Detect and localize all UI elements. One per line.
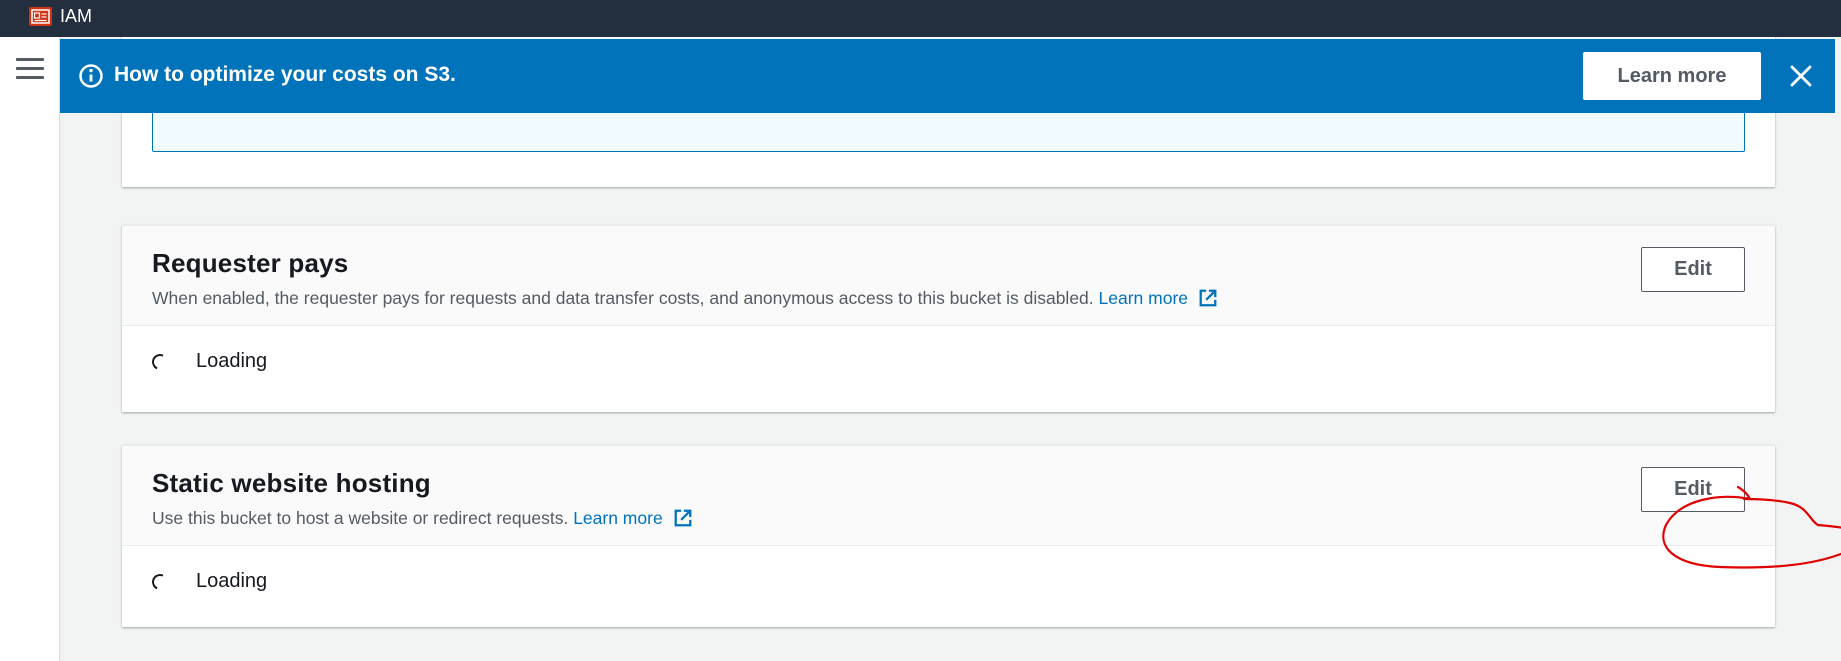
requester-pays-loading-indicator: Loading bbox=[149, 350, 268, 373]
top-navigation-bar: IAM bbox=[0, 0, 1841, 37]
static-website-hosting-description: Use this bucket to host a website or red… bbox=[152, 508, 693, 529]
main-content: Requester pays When enabled, the request… bbox=[60, 37, 1841, 661]
static-website-hosting-card: Static website hosting Use this bucket t… bbox=[122, 445, 1775, 627]
side-navigation-rail bbox=[0, 37, 60, 661]
static-website-hosting-header: Static website hosting Use this bucket t… bbox=[122, 446, 1775, 546]
external-link-icon[interactable] bbox=[673, 508, 693, 528]
info-circle-icon bbox=[79, 64, 103, 88]
static-website-hosting-description-text: Use this bucket to host a website or red… bbox=[152, 508, 569, 528]
iam-service-icon[interactable] bbox=[29, 7, 52, 26]
flashbar-message: How to optimize your costs on S3. bbox=[114, 63, 456, 86]
static-website-hosting-learn-more-link[interactable]: Learn more bbox=[573, 508, 663, 528]
requester-pays-description: When enabled, the requester pays for req… bbox=[152, 288, 1218, 309]
close-icon[interactable] bbox=[1788, 63, 1814, 89]
hamburger-menu-icon[interactable] bbox=[16, 58, 44, 84]
flashbar-notification: How to optimize your costs on S3. Learn … bbox=[60, 39, 1835, 113]
requester-pays-learn-more-link[interactable]: Learn more bbox=[1099, 288, 1189, 308]
static-website-hosting-edit-button[interactable]: Edit bbox=[1641, 467, 1745, 512]
requester-pays-description-text: When enabled, the requester pays for req… bbox=[152, 288, 1094, 308]
loading-text: Loading bbox=[196, 350, 268, 372]
requester-pays-card: Requester pays When enabled, the request… bbox=[122, 225, 1775, 412]
loading-spinner-icon bbox=[149, 351, 171, 372]
external-link-icon[interactable] bbox=[1198, 288, 1218, 308]
requester-pays-edit-button[interactable]: Edit bbox=[1641, 247, 1745, 292]
requester-pays-header: Requester pays When enabled, the request… bbox=[122, 226, 1775, 326]
flashbar-learn-more-button[interactable]: Learn more bbox=[1583, 52, 1761, 100]
static-website-hosting-title: Static website hosting bbox=[152, 468, 431, 498]
service-name-link[interactable]: IAM bbox=[60, 6, 92, 27]
requester-pays-title: Requester pays bbox=[152, 248, 349, 278]
loading-text: Loading bbox=[196, 570, 268, 592]
static-website-hosting-loading-indicator: Loading bbox=[149, 570, 268, 593]
loading-spinner-icon bbox=[149, 571, 171, 592]
